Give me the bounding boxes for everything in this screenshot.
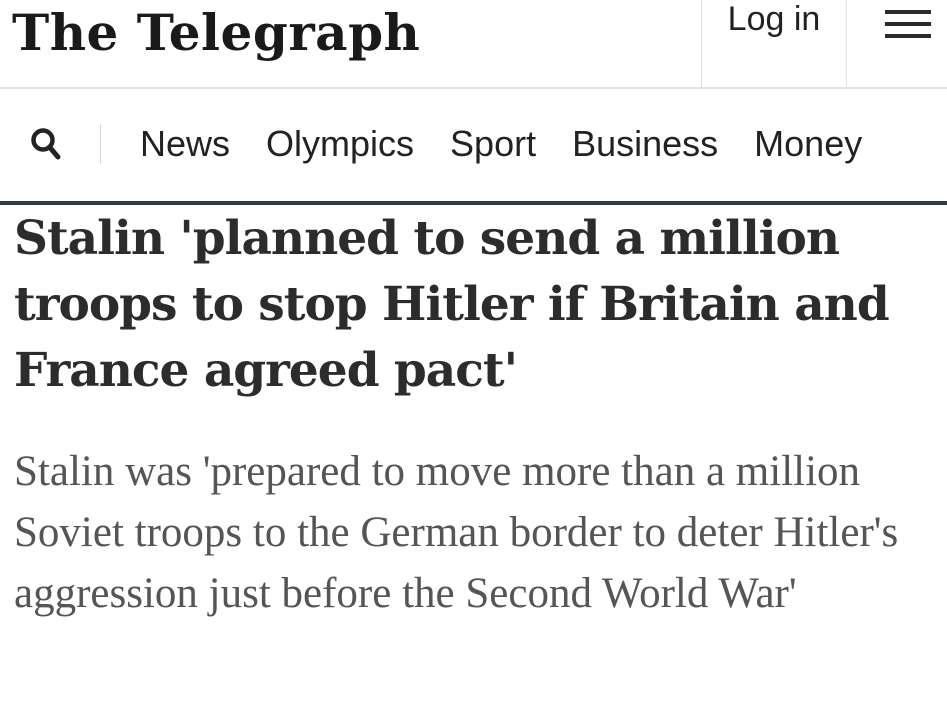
nav-item-business[interactable]: Business <box>572 123 718 165</box>
hamburger-menu-button[interactable] <box>846 0 947 88</box>
search-icon[interactable] <box>30 127 62 161</box>
nav-items: News Olympics Sport Business Money <box>140 123 898 165</box>
nav-underline <box>0 201 947 205</box>
site-logo[interactable]: The Telegraph <box>12 0 420 68</box>
hamburger-menu-icon-bar <box>885 34 931 38</box>
article-standfirst: Stalin was 'prepared to move more than a… <box>14 448 899 617</box>
hamburger-menu-icon-bar <box>885 22 931 26</box>
site-header: The Telegraph Log in <box>0 0 947 88</box>
nav-item-sport[interactable]: Sport <box>450 123 536 165</box>
section-nav: News Olympics Sport Business Money <box>0 89 947 201</box>
nav-item-news[interactable]: News <box>140 123 230 165</box>
nav-item-olympics[interactable]: Olympics <box>266 123 414 165</box>
hamburger-menu-icon <box>885 10 931 14</box>
nav-separator <box>100 124 101 164</box>
article-headline: Stalin 'planned to send a million troops… <box>14 211 890 398</box>
nav-item-money[interactable]: Money <box>754 123 862 165</box>
login-button[interactable]: Log in <box>701 0 846 88</box>
